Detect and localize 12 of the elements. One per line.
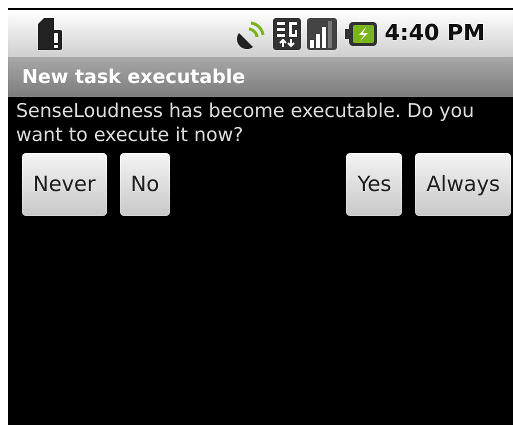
dialog-button[interactable]: Never (22, 153, 107, 216)
status-time: 4:40 PM (384, 20, 485, 48)
dialog-title: New task executable (22, 64, 246, 90)
data-3g-icon (272, 18, 301, 50)
dialog-button[interactable]: No (120, 153, 170, 216)
satellite-dish-icon (236, 18, 267, 48)
dialog-message: SenseLoudness has become executable. Do you want to execute it now? (15, 99, 476, 147)
dialog-button[interactable]: Always (415, 153, 511, 216)
signal-bars-icon (306, 18, 337, 50)
battery-charging-icon (344, 22, 377, 46)
dialog-button[interactable]: Yes (346, 153, 402, 216)
sd-card-alert-icon (36, 18, 62, 50)
